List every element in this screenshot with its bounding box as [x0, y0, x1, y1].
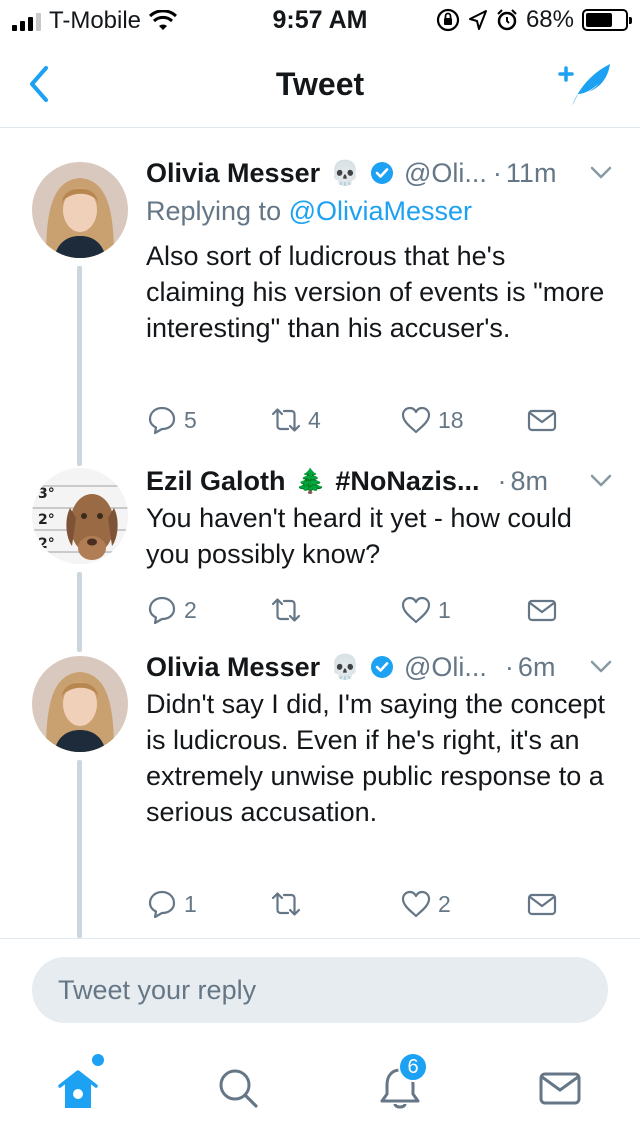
share-dm-button[interactable] — [526, 884, 558, 924]
nav-bar: Tweet — [0, 40, 640, 128]
tweet-text: You haven't heard it yet - how could you… — [146, 503, 572, 569]
battery-percent: 68% — [525, 6, 574, 33]
skull-emoji: 💀 — [330, 159, 360, 187]
author-name[interactable]: Ezil Galoth — [146, 466, 286, 497]
tweet-text: Also sort of ludicrous that he's claimin… — [146, 241, 605, 343]
location-icon — [468, 10, 487, 30]
replying-to: Replying to @OliviaMesser — [146, 196, 473, 226]
battery-icon — [582, 9, 632, 31]
avatar[interactable] — [32, 656, 128, 752]
chevron-down-icon[interactable] — [588, 654, 614, 680]
author-handle: @Oli... — [404, 651, 487, 682]
retweet-button[interactable] — [270, 590, 302, 630]
verified-badge-icon — [371, 162, 393, 184]
home-unread-dot — [92, 1054, 104, 1066]
share-dm-button[interactable] — [526, 400, 558, 440]
messages-icon — [539, 1072, 581, 1105]
reply-icon — [148, 406, 176, 435]
tab-home[interactable] — [48, 1054, 108, 1118]
alarm-icon — [497, 9, 517, 31]
skull-emoji: 💀 — [330, 653, 360, 681]
tree-emoji: 🌲 — [295, 467, 326, 495]
reply-count: 5 — [184, 406, 197, 433]
tab-notifications[interactable]: 6 — [370, 1052, 430, 1118]
author-name[interactable]: Olivia Messer — [146, 158, 320, 189]
verified-badge-icon — [371, 656, 393, 678]
tweet-timestamp: 11m — [505, 157, 557, 188]
envelope-icon — [527, 893, 557, 916]
search-icon — [219, 1069, 258, 1108]
envelope-icon — [527, 409, 557, 432]
tweet-timestamp: 6m — [517, 651, 556, 682]
tweet[interactable]: Olivia Messer 💀 @Oli... · 6m Didn't say … — [0, 646, 640, 938]
envelope-icon — [527, 599, 557, 622]
orientation-lock-icon — [436, 8, 460, 32]
heart-icon — [401, 406, 431, 434]
tab-bar: 6 — [0, 1040, 640, 1136]
chevron-down-icon[interactable] — [588, 160, 614, 186]
tab-search[interactable] — [208, 1058, 268, 1118]
reply-mention-link[interactable]: @OliviaMesser — [289, 196, 472, 226]
like-button[interactable]: 18 — [400, 400, 464, 440]
reply-count: 1 — [184, 890, 197, 917]
like-button[interactable]: 2 — [400, 884, 451, 924]
like-count: 1 — [438, 596, 451, 623]
home-icon — [58, 1070, 98, 1108]
like-button[interactable]: 1 — [400, 590, 451, 630]
reply-count: 2 — [184, 596, 197, 623]
tweet-actions: 2 1 — [146, 590, 586, 630]
retweet-button[interactable] — [270, 884, 302, 924]
retweet-button[interactable]: 4 — [270, 400, 321, 440]
thread-line — [77, 760, 82, 938]
tweet-text: Didn't say I did, I'm saying the concept… — [146, 689, 606, 827]
tweet-actions: 1 2 — [146, 884, 586, 924]
hashtag-text: #NoNazis... — [335, 465, 480, 496]
svg-text:2°: 2° — [38, 512, 55, 528]
notifications-badge: 6 — [398, 1052, 428, 1082]
heart-icon — [401, 596, 431, 624]
retweet-icon — [271, 598, 301, 622]
reply-button[interactable]: 1 — [146, 884, 197, 924]
reply-bar — [0, 938, 640, 1038]
svg-text:3°: 3° — [38, 486, 55, 502]
reply-input[interactable] — [32, 957, 608, 1023]
author-handle: @Oli... — [404, 157, 487, 188]
tweet[interactable]: 3° 2° 2° Ezil Galoth 🌲 #NoNazis... · 8m … — [0, 458, 640, 652]
thread-line — [77, 572, 82, 652]
compose-tweet-icon[interactable] — [558, 60, 614, 110]
tweet[interactable]: Olivia Messer 💀 @Oli... · 11m Replying t… — [0, 140, 640, 466]
chevron-down-icon[interactable] — [588, 468, 614, 494]
heart-icon — [401, 890, 431, 918]
reply-icon — [148, 596, 176, 625]
tweet-actions: 5 4 18 — [146, 400, 586, 440]
tweet-timestamp: 8m — [510, 465, 548, 496]
retweet-icon — [271, 408, 301, 432]
reply-icon — [148, 890, 176, 919]
reply-button[interactable]: 2 — [146, 590, 197, 630]
like-count: 18 — [438, 406, 464, 433]
avatar[interactable] — [32, 162, 128, 258]
status-bar: T-Mobile 9:57 AM 68% — [0, 0, 640, 40]
page-title: Tweet — [275, 66, 365, 102]
share-dm-button[interactable] — [526, 590, 558, 630]
retweet-icon — [271, 892, 301, 916]
thread-line — [77, 266, 82, 466]
retweet-count: 4 — [308, 406, 321, 433]
like-count: 2 — [438, 890, 451, 917]
author-name[interactable]: Olivia Messer — [146, 652, 320, 683]
tab-messages[interactable] — [530, 1058, 590, 1118]
reply-button[interactable]: 5 — [146, 400, 197, 440]
svg-text:2°: 2° — [38, 536, 55, 552]
avatar[interactable]: 3° 2° 2° — [32, 468, 128, 564]
